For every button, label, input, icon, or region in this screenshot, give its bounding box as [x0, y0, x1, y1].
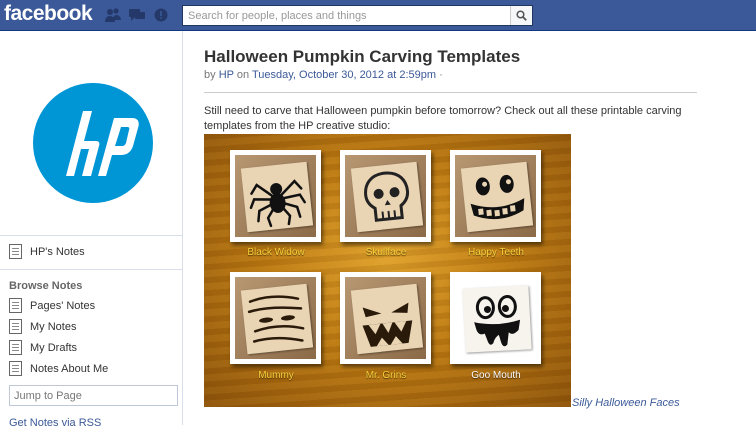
skull-icon: [364, 171, 410, 222]
sidebar-item-pages-notes[interactable]: Pages' Notes: [9, 298, 95, 313]
note-date-link[interactable]: Tuesday, October 30, 2012 at 2:59pm: [252, 69, 436, 81]
note-icon: [9, 298, 22, 313]
grin-face-icon: [362, 302, 413, 347]
sidebar-item-label: HP's Notes: [30, 245, 85, 258]
browse-notes-heading: Browse Notes: [9, 280, 83, 292]
note-icon: [9, 244, 22, 259]
facebook-logo[interactable]: facebook: [4, 2, 93, 26]
image-caption-link[interactable]: Silly Halloween Faces: [572, 397, 680, 409]
search-box: [182, 5, 533, 26]
sidebar-item-notes-about-me[interactable]: Notes About Me: [9, 361, 108, 376]
happy-teeth-icon: [470, 174, 525, 220]
template-tile-skullface: [340, 150, 431, 242]
search-icon: [516, 10, 527, 21]
note-icon: [9, 340, 22, 355]
messages-icon[interactable]: [128, 7, 146, 23]
search-input[interactable]: [183, 6, 510, 25]
sidebar-item-label: Pages' Notes: [30, 299, 96, 312]
sidebar-divider: [0, 269, 183, 270]
byline-separator: ·: [439, 69, 443, 81]
notification-jewels: [104, 7, 170, 23]
sidebar-item-hp-notes[interactable]: HP's Notes: [9, 244, 85, 259]
template-label: Skullface: [365, 247, 407, 258]
template-label: Black Widow: [247, 247, 305, 258]
byline-on: on: [236, 69, 250, 81]
sidebar-item-label: My Drafts: [30, 341, 78, 354]
note-body: Still need to carve that Halloween pumpk…: [204, 105, 682, 132]
note-icon: [9, 319, 22, 334]
mummy-icon: [247, 295, 305, 343]
goo-mouth-icon: [474, 294, 521, 347]
top-bar: facebook: [0, 0, 756, 31]
author-link[interactable]: HP: [219, 69, 234, 81]
sidebar-item-label: My Notes: [30, 320, 77, 333]
note-byline: by HP on Tuesday, October 30, 2012 at 2:…: [204, 69, 443, 81]
notifications-icon[interactable]: [152, 7, 170, 23]
template-label: Goo Mouth: [471, 370, 521, 381]
jump-to-page-input[interactable]: [9, 385, 178, 406]
template-tile-mr-grins: [340, 272, 431, 364]
template-label: Mummy: [258, 370, 294, 381]
search-button[interactable]: [510, 6, 532, 25]
friend-requests-icon[interactable]: [104, 7, 122, 23]
hp-logo[interactable]: [33, 83, 153, 203]
template-tile-goo-mouth: [450, 272, 541, 364]
sidebar-item-my-drafts[interactable]: My Drafts: [9, 340, 77, 355]
rss-link[interactable]: Get Notes via RSS: [9, 417, 101, 429]
sidebar-item-my-notes[interactable]: My Notes: [9, 319, 76, 334]
spider-icon: [249, 179, 306, 228]
left-sidebar: HP's Notes Browse Notes Pages' Notes My …: [0, 31, 183, 429]
byline-prefix: by: [204, 69, 216, 81]
template-label: Mr. Grins: [365, 370, 407, 381]
sidebar-item-label: Notes About Me: [30, 362, 109, 375]
template-label: Happy Teeth: [468, 247, 524, 258]
template-tile-mummy: [230, 272, 321, 364]
sidebar-divider: [0, 235, 183, 236]
template-tile-black-widow: [230, 150, 321, 242]
note-title: Halloween Pumpkin Carving Templates: [204, 47, 521, 66]
note-icon: [9, 361, 22, 376]
title-divider: [204, 92, 697, 93]
template-tile-happy-teeth: [450, 150, 541, 242]
pumpkin-templates-image[interactable]: Black Widow Skullface Happy Teeth Mummy …: [204, 134, 571, 407]
